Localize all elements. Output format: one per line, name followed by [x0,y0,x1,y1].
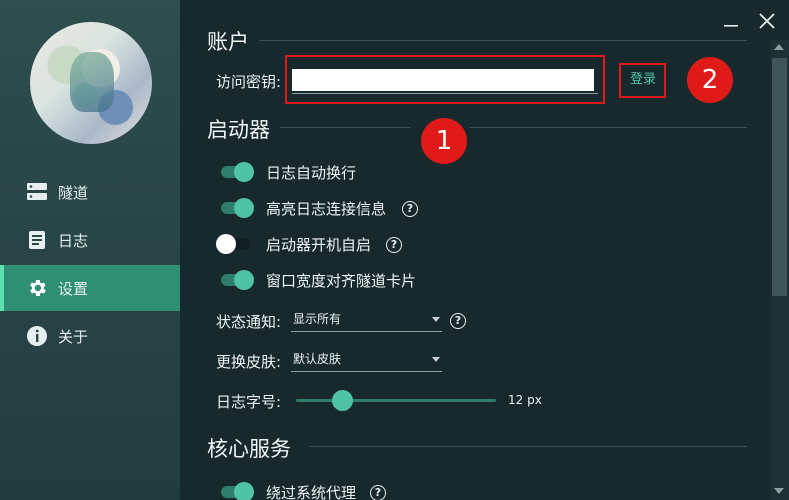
login-button[interactable]: 登录 [623,69,663,91]
sidebar-item-tunnel[interactable]: 隧道 [0,169,180,215]
sidebar: 隧道 日志 设置 关于 [0,0,180,500]
callout-2: 2 [687,57,733,103]
section-title-account: 账户 [207,30,249,54]
toggle-window-width[interactable] [221,270,254,290]
sidebar-item-label: 日志 [58,231,89,250]
skin-select[interactable]: 默认皮肤 [291,348,442,372]
sidebar-item-log[interactable]: 日志 [0,217,180,263]
help-icon[interactable]: ? [386,237,402,253]
divider [470,127,747,128]
sidebar-item-label: 隧道 [58,183,89,202]
notify-select[interactable]: 显示所有 [291,308,442,332]
input-underline [292,93,598,94]
avatar[interactable] [30,22,152,144]
option-label: 高亮日志连接信息 [266,200,387,218]
notify-select-value: 显示所有 [293,312,342,326]
server-icon [26,181,48,203]
divider [259,40,747,41]
skin-select-value: 默认皮肤 [293,352,342,366]
option-label: 绕过系统代理 [266,484,357,500]
chevron-down-icon [432,357,440,362]
toggle-log-wrap[interactable] [221,162,254,182]
close-icon [759,13,775,29]
sidebar-item-about[interactable]: 关于 [0,313,180,359]
divider [280,127,410,128]
minimize-button[interactable] [718,8,744,34]
option-label: 启动器开机自启 [266,236,372,254]
scroll-down-icon[interactable] [774,488,784,494]
skin-label: 更换皮肤: [216,353,282,371]
sidebar-item-label: 设置 [58,279,89,298]
access-key-input[interactable] [292,69,594,91]
fontsize-value: 12 px [508,393,542,407]
sidebar-item-settings[interactable]: 设置 [0,265,180,311]
scroll-up-icon[interactable] [774,44,784,50]
notify-label: 状态通知: [216,313,282,331]
help-icon[interactable]: ? [402,201,418,217]
access-key-label: 访问密钥: [216,73,282,91]
toggle-bypass-proxy[interactable] [221,482,254,500]
toggle-highlight-log[interactable] [221,198,254,218]
callout-1: 1 [421,118,467,164]
minimize-icon [724,25,738,27]
info-icon [26,325,48,347]
chevron-down-icon [432,317,440,322]
gear-icon [26,277,48,299]
option-label: 窗口宽度对齐隧道卡片 [266,272,417,290]
scrollbar-thumb[interactable] [772,58,787,296]
option-label: 日志自动换行 [266,164,357,182]
close-button[interactable] [754,8,780,34]
toggle-autostart[interactable] [216,234,250,254]
document-icon [26,229,48,251]
divider [310,446,747,447]
settings-panel: 账户 访问密钥: 登录 1 2 启动器 日志自动换行 高亮日志连接信息 ? 启动… [180,0,789,500]
fontsize-label: 日志字号: [216,393,282,411]
help-icon[interactable]: ? [450,313,466,329]
section-title-core: 核心服务 [207,437,291,461]
fontsize-slider-track[interactable] [296,399,496,402]
help-icon[interactable]: ? [370,485,386,500]
section-title-launcher: 启动器 [207,118,270,142]
sidebar-item-label: 关于 [58,327,89,346]
fontsize-slider-handle[interactable] [332,390,353,411]
